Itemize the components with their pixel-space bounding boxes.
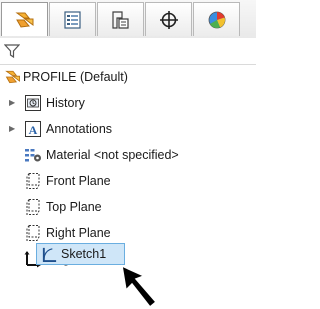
expand-caret-icon[interactable]: ▶: [9, 92, 19, 114]
annotations-folder-icon: A: [25, 121, 41, 137]
history-folder-icon: [25, 95, 41, 111]
filter-bar: [0, 38, 256, 65]
displaymanager-tab[interactable]: [193, 2, 240, 36]
tree-item-top-plane[interactable]: Top Plane: [0, 196, 256, 218]
tree-item-label: Annotations: [46, 122, 113, 136]
tree-root-label: PROFILE (Default): [23, 70, 128, 84]
sketch-icon: [42, 247, 57, 263]
featuremanager-tab[interactable]: [1, 2, 48, 36]
propertymanager-tab[interactable]: [49, 2, 96, 36]
tree-item-material[interactable]: Material <not specified>: [0, 144, 256, 166]
dimxpertmanager-tab[interactable]: [145, 2, 192, 36]
tree-root-profile[interactable]: PROFILE (Default): [0, 66, 256, 88]
plane-icon: [26, 173, 40, 189]
plane-icon: [26, 225, 40, 241]
expand-caret-icon[interactable]: ▶: [9, 118, 19, 140]
propertymanager-icon: [64, 11, 81, 29]
tree-item-label: Front Plane: [46, 174, 111, 188]
tree-item-label: Right Plane: [46, 226, 111, 240]
filter-icon[interactable]: [4, 43, 20, 59]
tree-item-history[interactable]: ▶ History: [0, 92, 256, 114]
tree-item-label: Top Plane: [46, 200, 102, 214]
mouse-pointer-icon: [121, 264, 158, 309]
material-icon: [25, 149, 41, 162]
displaymanager-icon: [208, 11, 226, 29]
dimxpertmanager-icon: [160, 11, 178, 29]
tree-item-label: Sketch1: [61, 247, 107, 261]
tree-item-annotations[interactable]: ▶ A Annotations: [0, 118, 256, 140]
tree-item-front-plane[interactable]: Front Plane: [0, 170, 256, 192]
tree-item-right-plane[interactable]: Right Plane: [0, 222, 256, 244]
svg-text:A: A: [29, 123, 38, 137]
tree-item-label: History: [46, 96, 85, 110]
featuremanager-icon: [15, 12, 34, 28]
part-icon: [5, 70, 20, 84]
tree-item-label: Material <not specified>: [46, 148, 179, 162]
configurationmanager-tab[interactable]: [97, 2, 144, 36]
manager-tabs: [0, 0, 256, 39]
tree-item-sketch1[interactable]: Sketch1: [36, 243, 125, 265]
configurationmanager-icon: [112, 11, 129, 29]
plane-icon: [26, 199, 40, 215]
